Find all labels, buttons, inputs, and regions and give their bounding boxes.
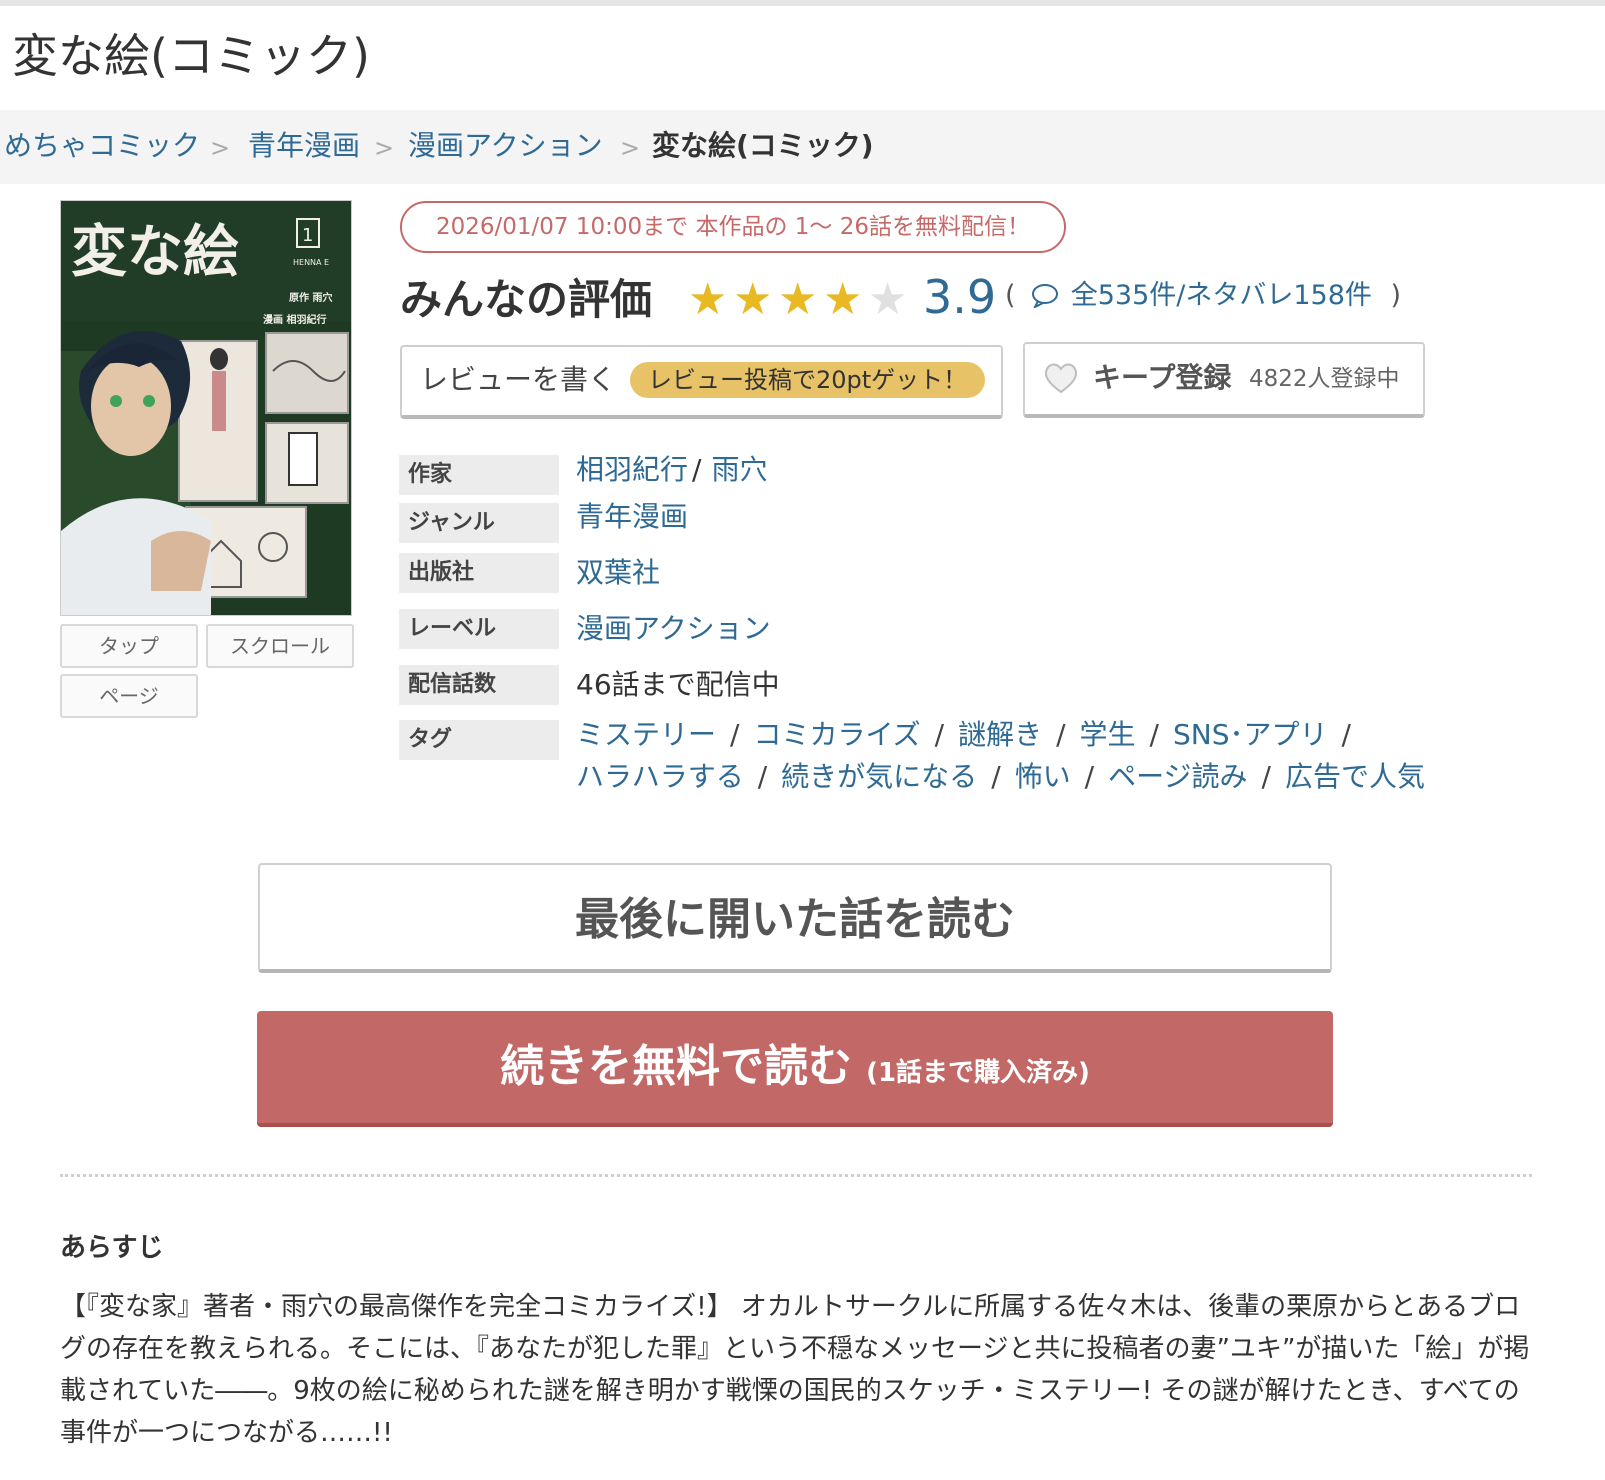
- keep-count: 4822人登録中: [1249, 366, 1400, 392]
- view-mode-scroll-button[interactable]: スクロール: [206, 624, 354, 668]
- tag-link[interactable]: ハラハラする: [576, 760, 744, 793]
- cover-subtitle: HENNA E: [293, 258, 329, 267]
- review-bonus-pill: レビュー投稿で20ptゲット！: [630, 362, 986, 398]
- star-empty-icon: ★: [868, 274, 908, 325]
- continue-free-note: (1話まで購入済み): [866, 1058, 1090, 1088]
- star-filled-icon: ★: [823, 274, 863, 325]
- star-filled-icon: ★: [688, 274, 728, 325]
- info-value-authors: 相羽紀行 / 雨穴: [576, 453, 768, 486]
- write-review-button[interactable]: レビューを書く レビュー投稿で20ptゲット！: [400, 345, 1003, 419]
- view-mode-page-button[interactable]: ページ: [60, 674, 198, 718]
- breadcrumb-separator: >: [620, 134, 641, 162]
- keep-label: キープ登録: [1093, 361, 1232, 394]
- cover-title: 変な絵: [71, 219, 239, 285]
- tag-link[interactable]: 謎解き: [958, 718, 1042, 751]
- author-link[interactable]: 相羽紀行: [576, 453, 688, 486]
- breadcrumb-current: 変な絵(コミック): [652, 129, 874, 162]
- tag-link[interactable]: ミステリー: [576, 718, 716, 751]
- info-key-publisher: 出版社: [399, 553, 559, 593]
- breadcrumb: めちゃコミック > 青年漫画 > 漫画アクション > 変な絵(コミック): [0, 110, 1605, 184]
- breadcrumb-item-home[interactable]: めちゃコミック: [4, 128, 200, 164]
- label-link[interactable]: 漫画アクション: [576, 609, 771, 649]
- top-strip: [0, 0, 1605, 6]
- info-key-tags: タグ: [399, 720, 559, 760]
- breadcrumb-item-label[interactable]: 漫画アクション: [408, 128, 603, 164]
- page-title: 変な絵(コミック): [12, 29, 370, 83]
- tags-line-1: ミステリー / コミカライズ / 謎解き / 学生 / SNS･アプリ /: [576, 718, 1351, 751]
- publisher-link[interactable]: 双葉社: [576, 553, 660, 593]
- cover-volume: 1: [302, 225, 313, 246]
- episodes-value: 46話まで配信中: [576, 668, 780, 701]
- read-last-opened-button[interactable]: 最後に開いた話を読む: [258, 863, 1332, 973]
- breadcrumb-item-genre[interactable]: 青年漫画: [248, 128, 360, 164]
- synopsis-body: 【『変な家』著者・雨穴の最高傑作を完全コミカライズ!】 オカルトサークルに所属す…: [60, 1292, 1530, 1448]
- rating-score: 3.9: [923, 270, 997, 324]
- rating-label: みんなの評価: [400, 275, 653, 324]
- author-link[interactable]: 雨穴: [711, 453, 767, 486]
- info-key-genre: ジャンル: [399, 503, 559, 543]
- genre-link[interactable]: 青年漫画: [576, 497, 688, 537]
- continue-free-label: 続きを無料で読む: [500, 1041, 853, 1092]
- info-key-label: レーベル: [399, 609, 559, 649]
- review-count[interactable]: ( 全535件/ネタバレ158件 ): [1005, 276, 1401, 316]
- info-key-episodes: 配信話数: [399, 665, 559, 705]
- cover-credit-2: 漫画 相羽紀行: [263, 313, 326, 326]
- read-last-opened-label: 最後に開いた話を読む: [575, 894, 1015, 945]
- cover-illustration: 変な絵 1 HENNA E 原作 雨穴 漫画 相羽紀行: [61, 201, 351, 615]
- comment-bubble-icon: [1032, 284, 1059, 310]
- review-count-close-paren: ): [1390, 280, 1402, 311]
- cover-credit-1: 原作 雨穴: [289, 291, 332, 304]
- tag-link[interactable]: 広告で人気: [1285, 760, 1425, 793]
- synopsis-heading: あらすじ: [60, 1233, 164, 1263]
- tag-link[interactable]: 続きが気になる: [781, 760, 977, 793]
- star-filled-icon: ★: [778, 274, 818, 325]
- write-review-label: レビューを書く: [420, 363, 617, 396]
- tag-link[interactable]: SNS･アプリ: [1173, 718, 1328, 751]
- continue-free-button[interactable]: 続きを無料で読む (1話まで購入済み): [257, 1011, 1333, 1127]
- free-campaign-badge: 2026/01/07 10:00まで 本作品の 1～ 26話を無料配信！: [400, 201, 1066, 253]
- breadcrumb-separator: >: [374, 134, 395, 162]
- star-filled-icon: ★: [733, 274, 773, 325]
- tags-line-2: ハラハラする / 続きが気になる / 怖い / ページ読み / 広告で人気: [576, 760, 1425, 793]
- cover-image[interactable]: 変な絵 1 HENNA E 原作 雨穴 漫画 相羽紀行: [60, 200, 352, 616]
- tag-link[interactable]: 学生: [1080, 718, 1136, 751]
- heart-icon: [1044, 363, 1078, 394]
- view-mode-tap-button[interactable]: タップ: [60, 624, 198, 668]
- tag-link[interactable]: ページ読み: [1108, 760, 1247, 793]
- breadcrumb-separator: >: [210, 134, 231, 162]
- keep-button[interactable]: キープ登録 4822人登録中: [1023, 342, 1425, 418]
- tag-link[interactable]: コミカライズ: [753, 718, 920, 751]
- section-divider: [60, 1174, 1532, 1177]
- review-count-text: 全535件/ネタバレ158件: [1070, 280, 1372, 311]
- tag-link[interactable]: 怖い: [1015, 760, 1071, 793]
- info-key-author: 作家: [399, 455, 559, 495]
- review-count-open-paren: (: [1005, 280, 1016, 311]
